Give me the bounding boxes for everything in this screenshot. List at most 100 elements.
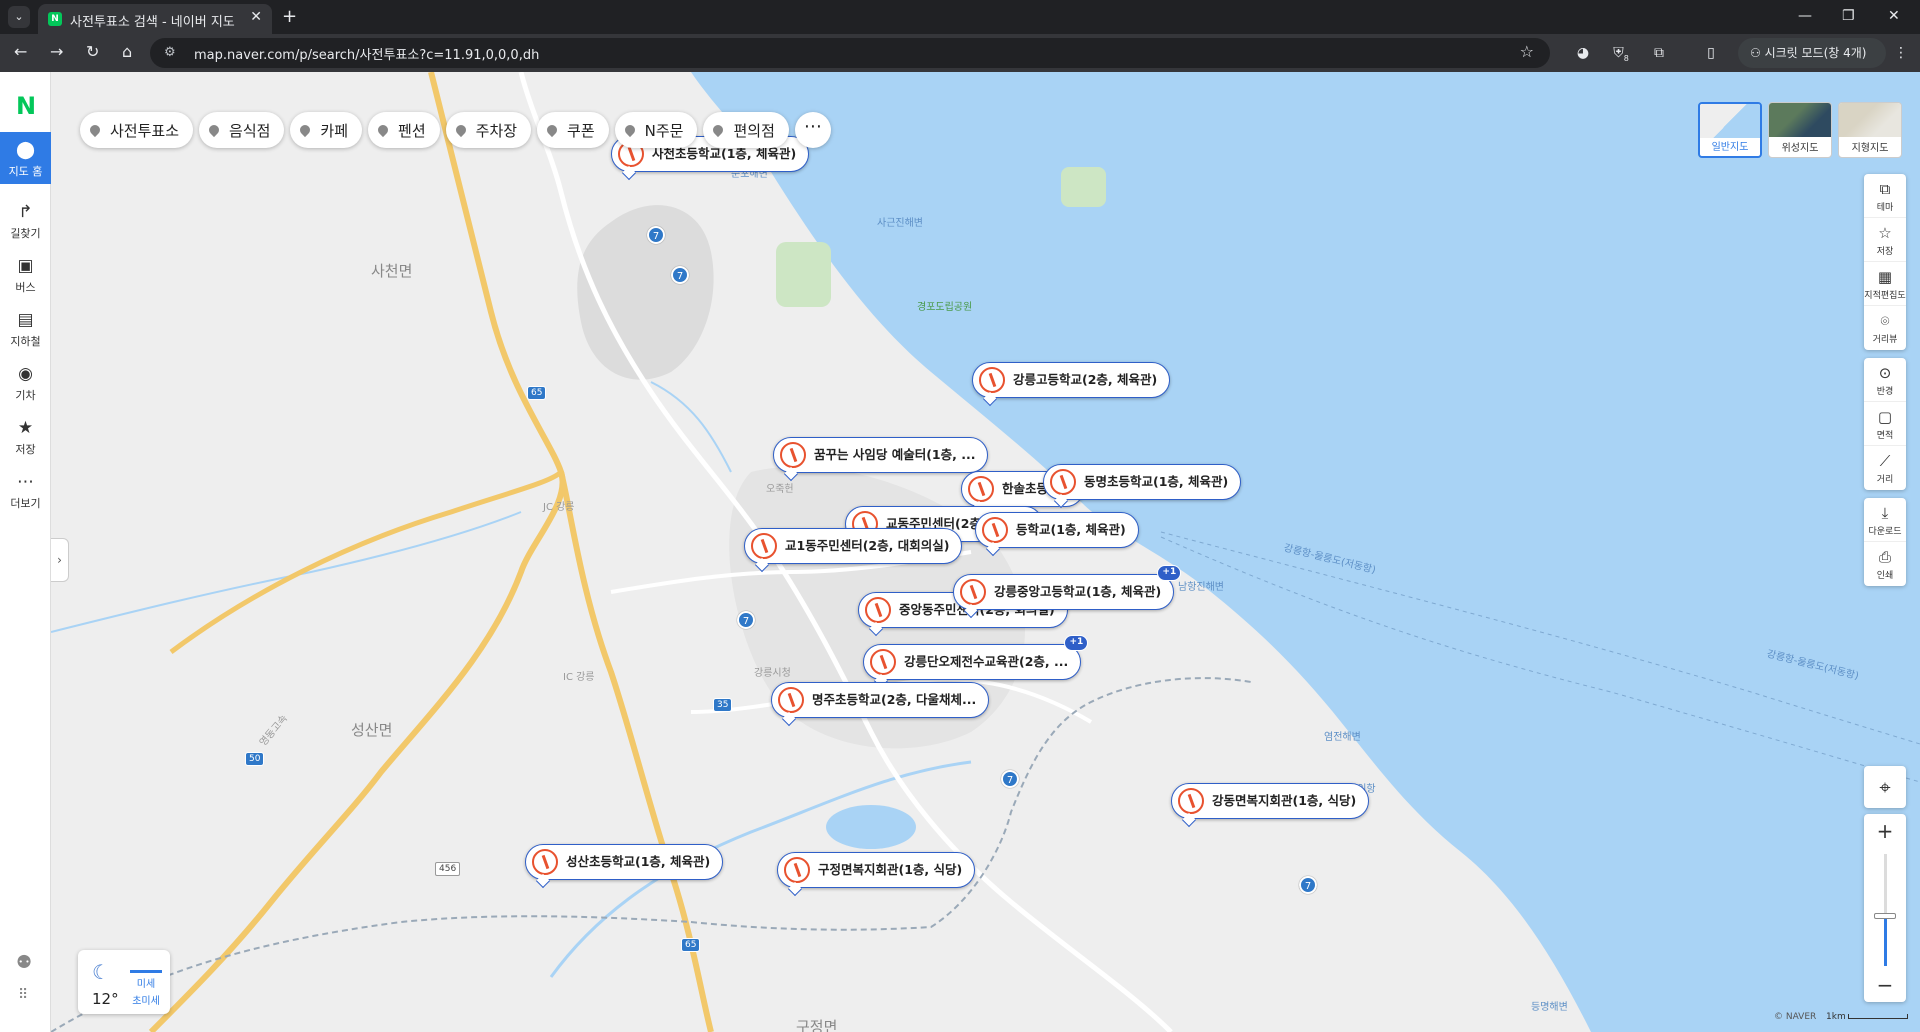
stream bbox=[650, 381, 732, 473]
tool-cadastral-map[interactable]: ▦ 지적편집도 bbox=[1864, 262, 1906, 306]
polling-station-marker[interactable]: 등학교(1층, 체육관) bbox=[975, 512, 1139, 557]
new-tab-button[interactable]: + bbox=[282, 6, 297, 27]
polling-station-marker[interactable]: 교1동주민센터(2층, 대회의실) bbox=[744, 528, 963, 573]
map-type-label: 지형지도 bbox=[1851, 143, 1889, 154]
map-type-satellite[interactable]: 위성지도 bbox=[1768, 102, 1832, 158]
chip-parking[interactable]: 주차장 bbox=[445, 112, 532, 148]
chip-coupon[interactable]: 쿠폰 bbox=[537, 112, 609, 148]
my-location-button[interactable]: ⌖ bbox=[1864, 766, 1906, 808]
scale-label: 1km bbox=[1826, 1012, 1846, 1022]
polling-station-marker[interactable]: 동명초등학교(1층, 체육관) bbox=[1043, 464, 1242, 509]
ballot-icon bbox=[982, 517, 1008, 543]
pin-icon bbox=[711, 122, 726, 138]
route-7-shield: 7 bbox=[671, 266, 689, 284]
sidebar-item-train[interactable]: ◉ 기차 bbox=[0, 356, 51, 408]
zoom-in-button[interactable]: + bbox=[1864, 816, 1906, 846]
extensions-puzzle-icon[interactable]: ⧉ bbox=[1648, 42, 1670, 64]
route-7-shield: 7 bbox=[647, 226, 665, 244]
tool-area[interactable]: ▢ 면적 bbox=[1864, 402, 1906, 446]
user-profile-icon[interactable]: ⚉ bbox=[16, 952, 32, 973]
radius-icon: ⊙ bbox=[1878, 364, 1892, 382]
chip-n-order[interactable]: N주문 bbox=[614, 112, 698, 148]
sidebar-item-subway[interactable]: ▤ 지하철 bbox=[0, 302, 51, 354]
tool-label: 면적 bbox=[1876, 431, 1894, 441]
chip-restaurant[interactable]: 음식점 bbox=[199, 112, 285, 148]
incognito-mode-indicator[interactable]: ⚇ 시크릿 모드(창 4개) bbox=[1738, 38, 1886, 68]
extension-badge-icon[interactable]: ⛨8 bbox=[1610, 42, 1632, 64]
route-456-shield: 456 bbox=[435, 862, 461, 876]
marker-label: 강릉고등학교(2층, 체육관) bbox=[1013, 372, 1158, 387]
site-info-icon[interactable]: ⚙ bbox=[164, 45, 176, 60]
tab-close-icon[interactable]: ✕ bbox=[250, 9, 262, 25]
minimize-button[interactable]: — bbox=[1798, 8, 1812, 24]
address-bar[interactable]: ⚙ map.naver.com/p/search/사전투표소?c=11.91,0… bbox=[150, 38, 1550, 68]
sidebar-item-label: 지도 홈 bbox=[8, 165, 43, 178]
chip-pension[interactable]: 펜션 bbox=[368, 112, 440, 148]
chip-label: 편의점 bbox=[733, 121, 775, 140]
chip-cafe[interactable]: 카페 bbox=[290, 112, 363, 148]
ballot-icon bbox=[968, 476, 994, 502]
chip-early-voting[interactable]: 사전투표소 bbox=[80, 112, 194, 148]
map-type-normal[interactable]: 일반지도 bbox=[1698, 102, 1762, 158]
map-canvas[interactable]: 사천면 성산면 구정면 순포해변 사근진해변 경포도립공원 오죽헌 JC 강릉 … bbox=[51, 72, 1920, 1032]
zoom-slider-handle[interactable] bbox=[1874, 912, 1896, 919]
polling-station-marker[interactable]: 꿈꾸는 사임당 예술터(1층, ... bbox=[773, 437, 989, 482]
tool-save[interactable]: ☆ 저장 bbox=[1864, 218, 1906, 262]
tool-print[interactable]: ⎙ 인쇄 bbox=[1864, 542, 1906, 586]
sidebar-item-more[interactable]: ⋯ 더보기 bbox=[0, 464, 51, 516]
scale-bar: 1km bbox=[1826, 1012, 1908, 1022]
bookmark-star-icon[interactable]: ☆ bbox=[1520, 42, 1534, 61]
marker-label: 강릉단오제전수교육관(2층, ... bbox=[904, 654, 1069, 669]
marker-label: 사천초등학교(1층, 체육관) bbox=[652, 146, 797, 161]
park-area bbox=[776, 242, 831, 307]
panel-expand-button[interactable]: › bbox=[51, 538, 69, 582]
tool-label: 다운로드 bbox=[1868, 527, 1902, 537]
home-button[interactable]: ⌂ bbox=[122, 42, 132, 61]
chip-convenience-store[interactable]: 편의점 bbox=[703, 112, 789, 148]
more-stations-badge[interactable]: +1 bbox=[1157, 565, 1182, 581]
forward-button[interactable]: → bbox=[50, 42, 63, 61]
browser-toolbar: ← → ↻ ⌂ ⚙ map.naver.com/p/search/사전투표소?c… bbox=[0, 34, 1920, 72]
sidebar-item-map-home[interactable]: ⬤ 지도 홈 bbox=[0, 132, 51, 184]
polling-station-marker[interactable]: 강동면복지회관(1층, 식당) bbox=[1171, 783, 1370, 828]
weather-widget[interactable]: ☾ 12° 미세 초미세 bbox=[78, 950, 170, 1014]
tool-street-view[interactable]: ⌾ 거리뷰 bbox=[1864, 306, 1906, 350]
sidebar-item-directions[interactable]: ↱ 길찾기 bbox=[0, 194, 51, 246]
polling-station-marker[interactable]: 강릉단오제전수교육관(2층, ... +1 bbox=[863, 635, 1089, 689]
tool-distance[interactable]: ⟋ 거리 bbox=[1864, 446, 1906, 490]
export-tool-group: ⤓ 다운로드 ⎙ 인쇄 bbox=[1864, 498, 1906, 586]
night-moon-icon: ☾ bbox=[92, 960, 110, 984]
browser-menu-icon[interactable]: ⋮ bbox=[1890, 42, 1912, 64]
naver-logo[interactable]: N bbox=[16, 92, 36, 120]
sidebar-item-bus[interactable]: ▣ 버스 bbox=[0, 248, 51, 300]
tool-label: 지적편집도 bbox=[1864, 291, 1906, 301]
polling-station-marker[interactable]: 성산초등학교(1층, 체육관) bbox=[525, 844, 724, 889]
polling-station-marker[interactable]: 명주초등학교(2층, 다울채체... bbox=[771, 682, 990, 727]
river bbox=[51, 511, 522, 633]
back-button[interactable]: ← bbox=[14, 42, 27, 61]
polling-station-marker[interactable]: 강릉고등학교(2층, 체육관) bbox=[972, 362, 1171, 407]
polling-station-marker[interactable]: 구정면복지회관(1층, 식당) bbox=[777, 852, 976, 897]
tool-download[interactable]: ⤓ 다운로드 bbox=[1864, 498, 1906, 542]
close-window-button[interactable]: ✕ bbox=[1888, 8, 1900, 24]
app-grid-icon[interactable]: ⠿ bbox=[18, 987, 28, 1003]
sidebar-item-saved[interactable]: ★ 저장 bbox=[0, 410, 51, 462]
ballot-icon bbox=[865, 597, 891, 623]
side-panel-icon[interactable]: ▯ bbox=[1700, 42, 1722, 64]
more-stations-badge[interactable]: +1 bbox=[1064, 635, 1089, 651]
ballot-icon bbox=[784, 857, 810, 883]
star-icon: ★ bbox=[17, 418, 34, 438]
reload-button[interactable]: ↻ bbox=[86, 42, 99, 61]
restore-button[interactable]: ❐ bbox=[1842, 8, 1855, 24]
browser-tab[interactable]: N 사전투표소 검색 - 네이버 지도 ✕ bbox=[38, 4, 272, 34]
place-label-yeomjeon-beach: 염전해변 bbox=[1324, 732, 1361, 743]
more-categories-button[interactable]: ⋯ bbox=[794, 112, 831, 148]
place-label-gyeongpo-park: 경포도립공원 bbox=[917, 302, 973, 313]
tab-search-button[interactable]: ⌄ bbox=[8, 6, 30, 28]
map-type-terrain[interactable]: 지형지도 bbox=[1838, 102, 1902, 158]
incognito-avatar-icon[interactable]: ◕ bbox=[1572, 42, 1594, 64]
tool-radius[interactable]: ⊙ 반경 bbox=[1864, 358, 1906, 402]
zoom-out-button[interactable]: − bbox=[1864, 970, 1906, 1000]
tool-theme[interactable]: ⧉ 테마 bbox=[1864, 174, 1906, 218]
polling-station-marker[interactable]: 강릉중앙고등학교(1층, 체육관) +1 bbox=[953, 565, 1182, 619]
